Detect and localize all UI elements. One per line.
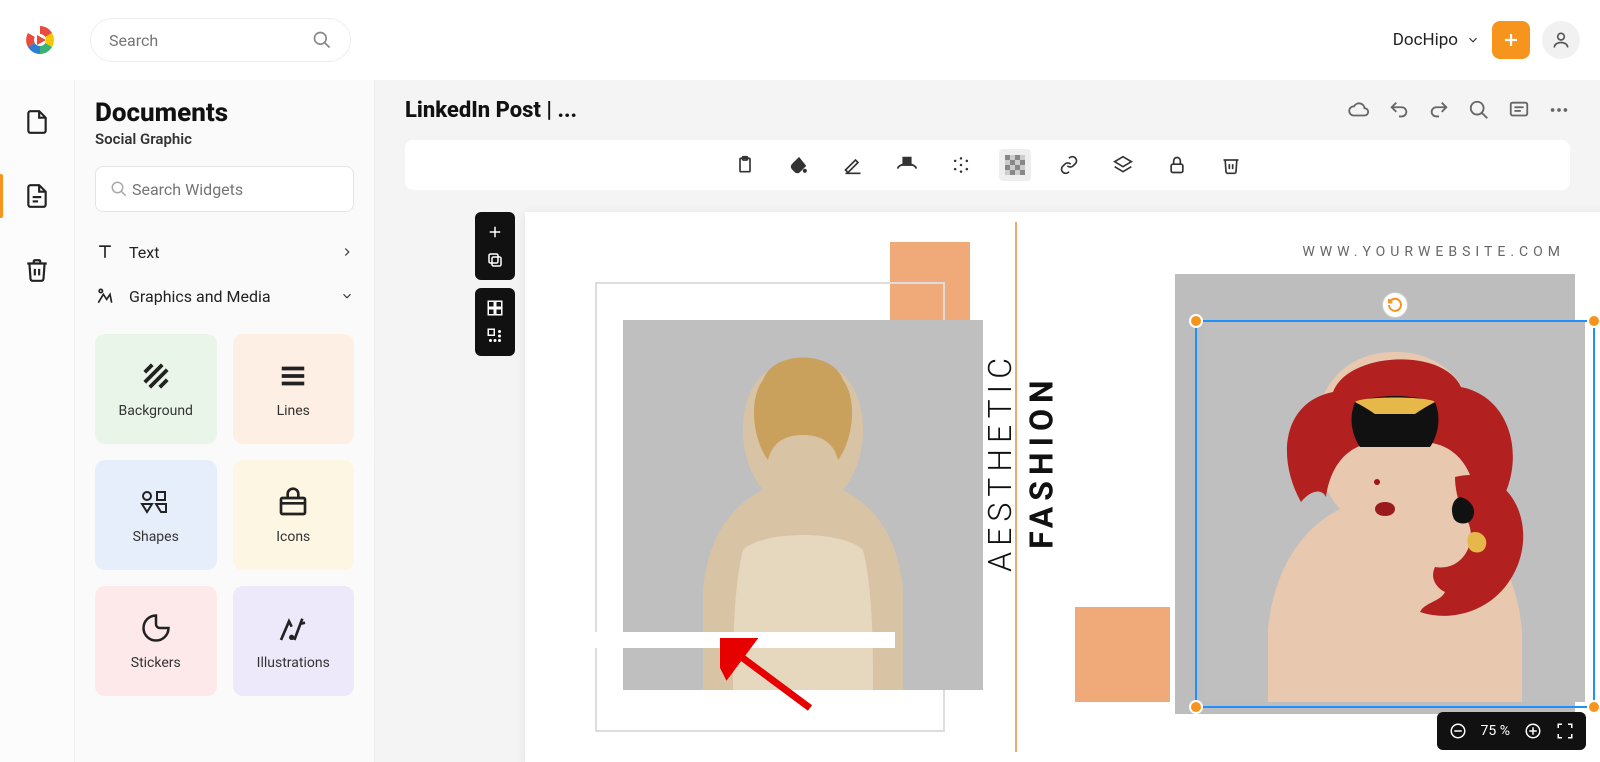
resize-handle[interactable] (1189, 700, 1203, 714)
transparency-icon[interactable] (999, 149, 1031, 181)
lock-icon[interactable] (1161, 149, 1193, 181)
tile-label: Illustrations (257, 655, 330, 671)
selection-box[interactable] (1195, 320, 1595, 708)
rotate-handle[interactable] (1382, 292, 1408, 318)
category-graphics-media[interactable]: Graphics and Media (95, 274, 354, 318)
workspace-dropdown[interactable]: DocHipo (1393, 30, 1480, 50)
zoom-in-button[interactable] (1524, 722, 1542, 740)
graphics-icon (95, 286, 115, 306)
tile-shapes[interactable]: Shapes (95, 460, 217, 570)
tile-icons[interactable]: Icons (233, 460, 355, 570)
zoom-out-button[interactable] (1449, 722, 1467, 740)
resize-handle[interactable] (1189, 314, 1203, 328)
fill-icon[interactable] (783, 149, 815, 181)
tile-label: Shapes (133, 529, 179, 545)
resize-handle[interactable] (1587, 700, 1600, 714)
clipboard-icon[interactable] (729, 149, 761, 181)
widget-search[interactable] (95, 166, 354, 212)
search-icon (110, 180, 128, 198)
gradient-icon[interactable] (891, 149, 923, 181)
chevron-down-icon (1466, 33, 1480, 47)
widget-search-input[interactable] (132, 180, 339, 199)
global-search-input[interactable] (109, 31, 312, 50)
border-icon[interactable] (837, 149, 869, 181)
page-tools (475, 212, 515, 280)
app-logo[interactable] (20, 20, 60, 60)
stickers-icon (139, 611, 173, 645)
document-title[interactable]: LinkedIn Post | ... (405, 98, 577, 123)
category-text[interactable]: Text (95, 230, 354, 274)
category-label: Graphics and Media (129, 287, 271, 306)
website-url[interactable]: WWW.YOURWEBSITE.COM (1302, 244, 1565, 260)
decor-strip (575, 327, 591, 667)
sidebar: Documents Social Graphic Text Graphics a… (75, 80, 375, 762)
vertical-title[interactable]: AESTHETIC FASHION (980, 352, 1063, 572)
sidebar-title: Documents (95, 98, 354, 128)
tile-label: Icons (276, 529, 310, 545)
global-search[interactable] (90, 18, 351, 62)
cloud-sync-icon[interactable] (1348, 99, 1370, 121)
layout-tools (475, 288, 515, 356)
decor-strip (575, 632, 895, 648)
fullscreen-button[interactable] (1556, 722, 1574, 740)
effects-icon[interactable] (945, 149, 977, 181)
account-button[interactable] (1542, 21, 1580, 59)
tile-stickers[interactable]: Stickers (95, 586, 217, 696)
background-icon (139, 359, 173, 393)
text-line: FASHION (1023, 375, 1061, 549)
link-icon[interactable] (1053, 149, 1085, 181)
ruler-icon[interactable] (481, 322, 509, 350)
duplicate-page-icon[interactable] (481, 246, 509, 274)
tile-lines[interactable]: Lines (233, 334, 355, 444)
search-icon (312, 30, 332, 50)
tile-label: Lines (277, 403, 310, 419)
chevron-down-icon (340, 289, 354, 303)
tile-illustrations[interactable]: Illustrations (233, 586, 355, 696)
artboard[interactable]: AESTHETIC FASHION WWW.YOURWEBSITE.COM (525, 212, 1600, 762)
illustrations-icon (276, 611, 310, 645)
sidebar-subtitle: Social Graphic (95, 130, 354, 148)
add-page-icon[interactable] (481, 218, 509, 246)
resize-handle[interactable] (1587, 314, 1600, 328)
grid-icon[interactable] (481, 294, 509, 322)
lines-icon (276, 359, 310, 393)
comments-icon[interactable] (1508, 99, 1530, 121)
new-document-button[interactable] (1492, 21, 1530, 59)
text-line: AESTHETIC (981, 352, 1019, 572)
nav-rail (0, 80, 75, 762)
text-icon (95, 242, 115, 262)
accent-square[interactable] (1075, 607, 1170, 702)
chevron-right-icon (340, 245, 354, 259)
shapes-icon (139, 485, 173, 519)
delete-icon[interactable] (1215, 149, 1247, 181)
tile-background[interactable]: Background (95, 334, 217, 444)
tile-label: Stickers (131, 655, 181, 671)
undo-icon[interactable] (1388, 99, 1410, 121)
more-icon[interactable] (1548, 99, 1570, 121)
search-canvas-icon[interactable] (1468, 99, 1490, 121)
rail-documents[interactable] (15, 100, 59, 144)
rail-trash[interactable] (15, 248, 59, 292)
zoom-level[interactable]: 75 % (1481, 723, 1510, 739)
rail-widgets[interactable] (15, 174, 59, 218)
redo-icon[interactable] (1428, 99, 1450, 121)
context-toolbar (405, 140, 1570, 190)
icons-icon (276, 485, 310, 519)
layers-icon[interactable] (1107, 149, 1139, 181)
tile-label: Background (119, 403, 193, 419)
category-label: Text (129, 243, 159, 262)
zoom-controls: 75 % (1437, 712, 1586, 750)
workspace-label: DocHipo (1393, 30, 1458, 50)
